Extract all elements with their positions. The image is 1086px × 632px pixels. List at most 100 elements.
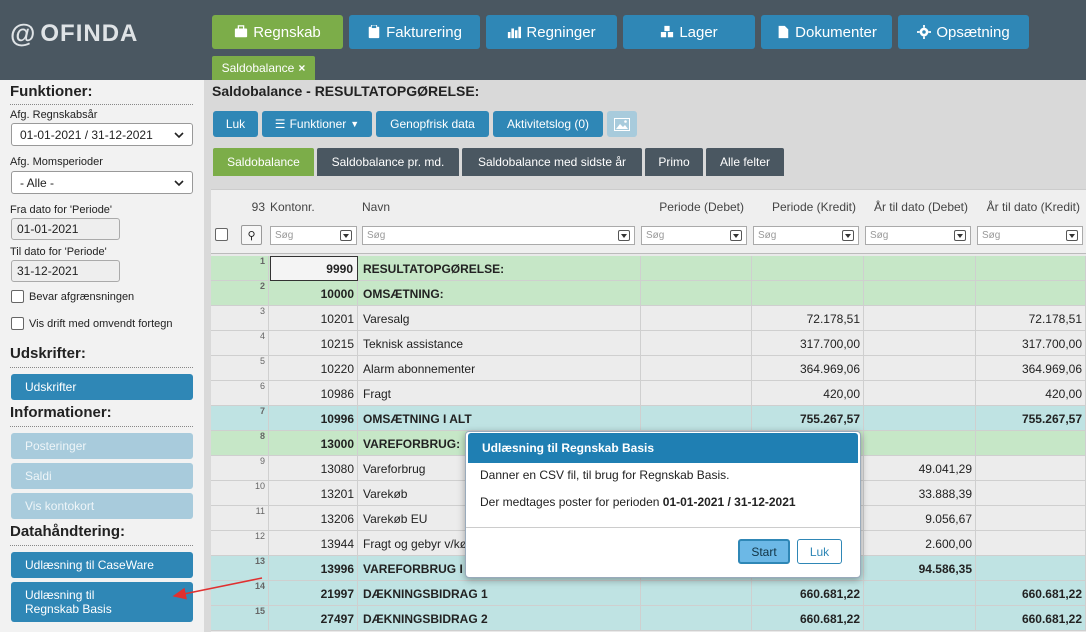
col-header-ytd-credit[interactable]: År til dato (Kredit) (975, 200, 1080, 214)
functions-menu-button[interactable]: ☰ Funktioner ▼ (262, 111, 372, 137)
row-number: 9 (259, 456, 265, 466)
app-logo[interactable]: @ OFINDA (10, 18, 138, 49)
table-row[interactable]: 7 10996 OMSÆTNING I ALT 755.267,57 755.267,5… (211, 406, 1086, 431)
search-account[interactable]: Søg (270, 226, 357, 245)
row-number: 3 (259, 306, 265, 316)
account-number: 10986 (320, 386, 354, 401)
filter-dropdown-icon[interactable] (340, 230, 352, 241)
period-debit (641, 306, 752, 331)
period-credit: 72.178,51 (806, 311, 860, 326)
nav-lager[interactable]: Lager (623, 15, 755, 49)
col-header-account[interactable]: Kontonr. (270, 200, 315, 214)
vat-period-select[interactable]: - Alle - (11, 171, 193, 194)
filter-dropdown-icon[interactable] (954, 230, 966, 241)
account-name: OMSÆTNING I ALT (363, 411, 472, 426)
ytd-debit: 49.041,29 (918, 461, 972, 476)
tab-primo[interactable]: Primo (645, 148, 703, 176)
col-header-name[interactable]: Navn (362, 200, 390, 214)
page-title: Saldobalance - RESULTATOPGØRELSE: (212, 83, 480, 99)
briefcase-icon (235, 25, 248, 38)
ytd-credit (977, 506, 1086, 531)
checkbox[interactable] (11, 290, 24, 303)
period-debit (641, 281, 752, 306)
to-date-input[interactable]: 31-12-2021 (11, 260, 120, 282)
period-debit (641, 356, 752, 381)
keep-limit-checkbox[interactable]: Bevar afgrænsningen (11, 290, 134, 303)
table-row[interactable]: 1 9990 RESULTATOPGØRELSE: (211, 256, 1086, 281)
tab-all-fields[interactable]: Alle felter (706, 148, 784, 176)
ytd-credit (977, 431, 1086, 456)
period-credit (753, 256, 864, 281)
search-ytd-credit[interactable]: Søg (977, 226, 1083, 245)
nav-fakturering[interactable]: Fakturering (349, 15, 480, 49)
select-all-checkbox[interactable] (215, 228, 228, 241)
close-icon[interactable]: × (298, 61, 305, 75)
account-number: 21997 (320, 586, 354, 601)
nav-dokumenter[interactable]: Dokumenter (761, 15, 892, 49)
search-ytd-debit[interactable]: Søg (865, 226, 971, 245)
ytd-debit: 33.888,39 (918, 486, 972, 501)
binoculars-icon[interactable]: ⚲ (241, 225, 262, 245)
filter-dropdown-icon[interactable] (1066, 230, 1078, 241)
nav-regninger[interactable]: Regninger (486, 15, 617, 49)
account-name: OMSÆTNING: (363, 286, 444, 301)
tab-saldobalance[interactable]: Saldobalance × (212, 56, 315, 80)
nav-regnskab[interactable]: Regnskab (212, 15, 343, 49)
ytd-credit: 317.700,00 (1021, 336, 1082, 351)
table-row[interactable]: 2 10000 OMSÆTNING: (211, 281, 1086, 306)
table-row[interactable]: 6 10986 Fragt 420,00 420,00 (211, 381, 1086, 406)
export-caseware-button[interactable]: Udlæsning til CaseWare (11, 552, 193, 578)
ytd-debit: 2.600,00 (925, 536, 972, 551)
image-icon (614, 117, 630, 131)
ytd-debit: 94.586,35 (918, 561, 972, 576)
row-number: 12 (254, 531, 265, 541)
prints-button[interactable]: Udskrifter (11, 374, 193, 400)
period-credit: 755.267,57 (799, 411, 860, 426)
tab-saldobalance-view[interactable]: Saldobalance (213, 148, 314, 176)
balances-button[interactable]: Saldi (11, 463, 193, 489)
fiscal-year-select[interactable]: 01-01-2021 / 31-12-2021 (11, 123, 193, 146)
account-number: 10215 (320, 336, 354, 351)
col-header-period-debit[interactable]: Periode (Debet) (641, 200, 744, 214)
row-number: 8 (259, 431, 265, 441)
document-icon (778, 25, 789, 39)
row-number: 2 (259, 281, 265, 291)
search-name[interactable]: Søg (362, 226, 635, 245)
table-row[interactable]: 5 10220 Alarm abonnementer 364.969,06 364.96… (211, 356, 1086, 381)
reverse-sign-checkbox[interactable]: Vis drift med omvendt fortegn (11, 317, 172, 330)
filter-dropdown-icon[interactable] (842, 230, 854, 241)
postings-button[interactable]: Posteringer (11, 433, 193, 459)
checkbox[interactable] (11, 317, 24, 330)
tab-saldobalance-per-month[interactable]: Saldobalance pr. md. (317, 148, 459, 176)
row-number: 4 (259, 331, 265, 341)
export-regnskab-basis-button[interactable]: Udlæsning til Regnskab Basis (11, 582, 193, 622)
row-number: 10 (254, 481, 265, 491)
table-row[interactable]: 14 21997 DÆKNINGSBIDRAG 1 660.681,22 660.681… (211, 581, 1086, 606)
filter-dropdown-icon[interactable] (730, 230, 742, 241)
account-card-button[interactable]: Vis kontokort (11, 493, 193, 519)
period-debit (641, 381, 752, 406)
col-header-period-credit[interactable]: Periode (Kredit) (752, 200, 856, 214)
nav-opsaetning[interactable]: Opsætning (898, 15, 1029, 49)
table-row[interactable]: 4 10215 Teknisk assistance 317.700,00 317.70… (211, 331, 1086, 356)
period-credit: 420,00 (823, 386, 860, 401)
dialog-close-button[interactable]: Luk (797, 539, 842, 564)
account-name: RESULTATOPGØRELSE: (363, 261, 505, 276)
search-period-credit[interactable]: Søg (753, 226, 859, 245)
col-header-ytd-debit[interactable]: År til dato (Debet) (863, 200, 968, 214)
filter-dropdown-icon[interactable] (618, 230, 630, 241)
table-row[interactable]: 3 10201 Varesalg 72.178,51 72.178,51 (211, 306, 1086, 331)
tab-saldobalance-last-year[interactable]: Saldobalance med sidste år (462, 148, 642, 176)
caret-down-icon: ▼ (350, 119, 360, 129)
image-button[interactable] (607, 111, 637, 137)
close-button[interactable]: Luk (213, 111, 258, 137)
ytd-debit (865, 381, 976, 406)
refresh-button[interactable]: Genopfrisk data (376, 111, 489, 137)
account-number[interactable]: 9990 (270, 256, 358, 281)
start-button[interactable]: Start (738, 539, 790, 564)
divider (10, 367, 193, 368)
activity-log-button[interactable]: Aktivitetslog (0) (493, 111, 603, 137)
table-row[interactable]: 15 27497 DÆKNINGSBIDRAG 2 660.681,22 660.681… (211, 606, 1086, 631)
search-period-debit[interactable]: Søg (641, 226, 747, 245)
from-date-input[interactable]: 01-01-2021 (11, 218, 120, 240)
